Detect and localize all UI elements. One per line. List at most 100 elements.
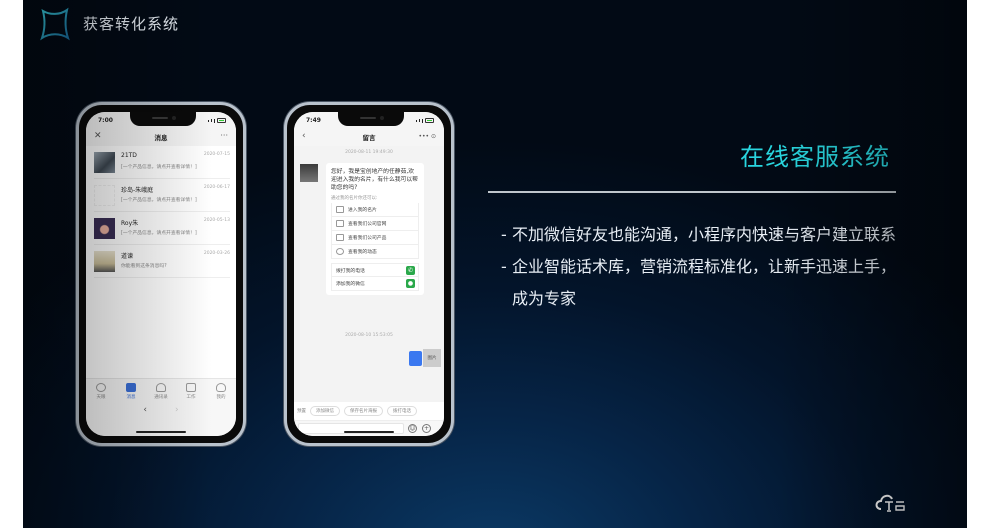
- compass-icon: [336, 248, 344, 255]
- input-bar: ☺ +: [294, 420, 444, 436]
- message-item[interactable]: 21TD 2020-07-15 [一个产品信息，请点开查看详情！]: [94, 146, 230, 179]
- message-preview: 你能看到这条消息吗?: [121, 264, 167, 269]
- tab-messages[interactable]: 消息: [118, 383, 144, 400]
- message-date: 2020-06-17: [203, 185, 230, 190]
- plus-icon[interactable]: +: [422, 424, 431, 433]
- chat-area: 2020-08-11 19:49:30 您好，我是宝创地产的任静茹,欢迎进入我的…: [294, 146, 444, 402]
- avatar: [94, 218, 115, 239]
- monitor-icon: [336, 220, 344, 227]
- message-item[interactable]: 珍岛-朱峨庭 2020-06-17 [一个产品信息，请点开查看详情！]: [94, 179, 230, 212]
- feature-item: - 不加微信好友也能沟通，小程序内快速与客户建立联系: [501, 219, 901, 251]
- nav-bar: ‹ 留言 ••• ⊙: [294, 128, 444, 146]
- cloud-logo-icon: [875, 494, 905, 512]
- welcome-card: 您好，我是宝创地产的任静茹,欢迎进入我的名片，有什么我可以帮助您的吗? 通过我的…: [326, 163, 424, 295]
- feature-list: - 不加微信好友也能沟通，小程序内快速与客户建立联系 - 企业智能话术库，营销流程标…: [501, 219, 901, 315]
- option-label: 查看我们公司官网: [348, 222, 387, 227]
- nav-title: 消息: [154, 134, 168, 142]
- option-website[interactable]: 查看我们公司官网: [331, 217, 419, 231]
- phone-mockup-chat: 7:49 ‹ 留言 ••• ⊙ 2020-08-11 19:49:30 您好，我…: [284, 102, 454, 446]
- status-time: 7:49: [306, 117, 321, 124]
- avatar: [94, 152, 115, 173]
- slide: 获客转化系统 7:00 ✕ 消息 ··· 21TD 2020-07-15 [一个…: [23, 0, 967, 528]
- phone-notch: [130, 112, 196, 126]
- bullet-dash: -: [501, 225, 507, 244]
- quick-reply-bar: 预置 添加微信 保存名片海报 拨打电话: [294, 402, 444, 420]
- x-shape-logo-icon: [40, 7, 70, 41]
- work-icon: [186, 383, 196, 392]
- bullet-dash: -: [501, 257, 507, 276]
- tab-contacts[interactable]: 通讯录: [148, 383, 174, 400]
- avatar: [94, 185, 115, 206]
- message-name: 道谏: [121, 253, 134, 260]
- nav-bar: ✕ 消息 ···: [86, 128, 236, 146]
- chat-timestamp: 2020-08-11 19:49:30: [345, 150, 393, 155]
- message-item[interactable]: 道谏 2020-03-26 你能看到这条消息吗?: [94, 245, 230, 278]
- feature-item: - 企业智能话术库，营销流程标准化，让新手迅速上手，成为专家: [501, 251, 901, 315]
- tab-profile[interactable]: 我的: [208, 383, 234, 400]
- quick-label: 预置: [297, 409, 306, 414]
- message-list: 21TD 2020-07-15 [一个产品信息，请点开查看详情！] 珍岛-朱峨庭…: [86, 146, 236, 278]
- message-preview: [一个产品信息，请点开查看详情！]: [121, 231, 197, 236]
- message-date: 2020-07-15: [203, 152, 230, 157]
- option-label: 查看我的动态: [348, 250, 377, 255]
- forward-arrow-icon[interactable]: ›: [175, 405, 179, 415]
- section-title: 在线客服系统: [740, 143, 890, 171]
- action-label: 拨打我的电话: [336, 268, 365, 274]
- action-call[interactable]: 拨打我的电话 ✆: [331, 263, 419, 277]
- chip-add-wechat[interactable]: 添加微信: [310, 406, 340, 416]
- image-avatar: 图片: [423, 349, 441, 367]
- home-indicator: [136, 431, 186, 433]
- feature-text: 不加微信好友也能沟通，小程序内快速与客户建立联系: [512, 225, 897, 244]
- tab-work[interactable]: 工作: [178, 383, 204, 400]
- tab-tianyan[interactable]: 天眼: [88, 383, 114, 400]
- tab-label: 消息: [126, 395, 136, 400]
- grid-icon: [336, 234, 344, 241]
- card-icon: [336, 206, 344, 213]
- hint-text: 通过我的名片你还可以:: [331, 196, 378, 201]
- status-time: 7:00: [98, 117, 113, 124]
- option-card[interactable]: 进入我的名片: [331, 203, 419, 217]
- signal-wifi-battery-icon: [416, 118, 434, 123]
- phone-screen: 7:00 ✕ 消息 ··· 21TD 2020-07-15 [一个产品信息，请点…: [86, 112, 236, 436]
- sent-message-bubble: [409, 351, 422, 366]
- chip-save-poster[interactable]: 保存名片海报: [344, 406, 383, 416]
- phone-screen: 7:49 ‹ 留言 ••• ⊙ 2020-08-11 19:49:30 您好，我…: [294, 112, 444, 436]
- phone-icon: ✆: [406, 265, 415, 275]
- phone-notch: [338, 112, 404, 126]
- option-label: 进入我的名片: [348, 208, 377, 213]
- more-icon[interactable]: ···: [220, 131, 228, 140]
- back-arrow-icon[interactable]: ‹: [143, 405, 147, 415]
- option-label: 查看我们公司产品: [348, 236, 387, 241]
- greeting-text: 您好，我是宝创地产的任静茹,欢迎进入我的名片，有什么我可以帮助您的吗?: [331, 169, 418, 191]
- capsule-menu-icon[interactable]: ••• ⊙: [418, 133, 436, 140]
- brand-title: 获客转化系统: [83, 15, 180, 33]
- tab-label: 工作: [186, 395, 196, 400]
- emoji-icon[interactable]: ☺: [408, 424, 417, 433]
- avatar: [94, 251, 115, 272]
- message-name: 珍岛-朱峨庭: [121, 187, 154, 194]
- message-date: 2020-03-26: [203, 251, 230, 256]
- divider: [488, 191, 896, 193]
- eye-icon: [96, 383, 106, 392]
- tab-bar: 天眼 消息 通讯录 工作 我的 ‹ ›: [86, 378, 236, 436]
- message-preview: [一个产品信息，请点开查看详情！]: [121, 198, 197, 203]
- action-wechat[interactable]: 添加我的微信 ●: [331, 277, 419, 291]
- close-icon[interactable]: ✕: [94, 131, 102, 141]
- feature-text: 企业智能话术库，营销流程标准化，让新手迅速上手，成为专家: [512, 257, 897, 308]
- option-products[interactable]: 查看我们公司产品: [331, 231, 419, 245]
- message-preview: [一个产品信息，请点开查看详情！]: [121, 165, 197, 170]
- profile-icon: [216, 383, 226, 392]
- option-moments[interactable]: 查看我的动态: [331, 245, 419, 259]
- tab-label: 我的: [216, 395, 226, 400]
- back-icon[interactable]: ‹: [302, 131, 306, 141]
- signal-wifi-battery-icon: [208, 118, 226, 123]
- agent-avatar: [300, 164, 318, 182]
- nav-title: 留言: [362, 134, 376, 142]
- contacts-icon: [156, 383, 166, 392]
- phone-mockup-messages: 7:00 ✕ 消息 ··· 21TD 2020-07-15 [一个产品信息，请点…: [76, 102, 246, 446]
- message-name: Roy朱: [121, 220, 139, 227]
- wechat-icon: ●: [406, 279, 415, 288]
- chip-call[interactable]: 拨打电话: [387, 406, 417, 416]
- message-icon: [126, 383, 136, 392]
- message-item[interactable]: Roy朱 2020-05-13 [一个产品信息，请点开查看详情！]: [94, 212, 230, 245]
